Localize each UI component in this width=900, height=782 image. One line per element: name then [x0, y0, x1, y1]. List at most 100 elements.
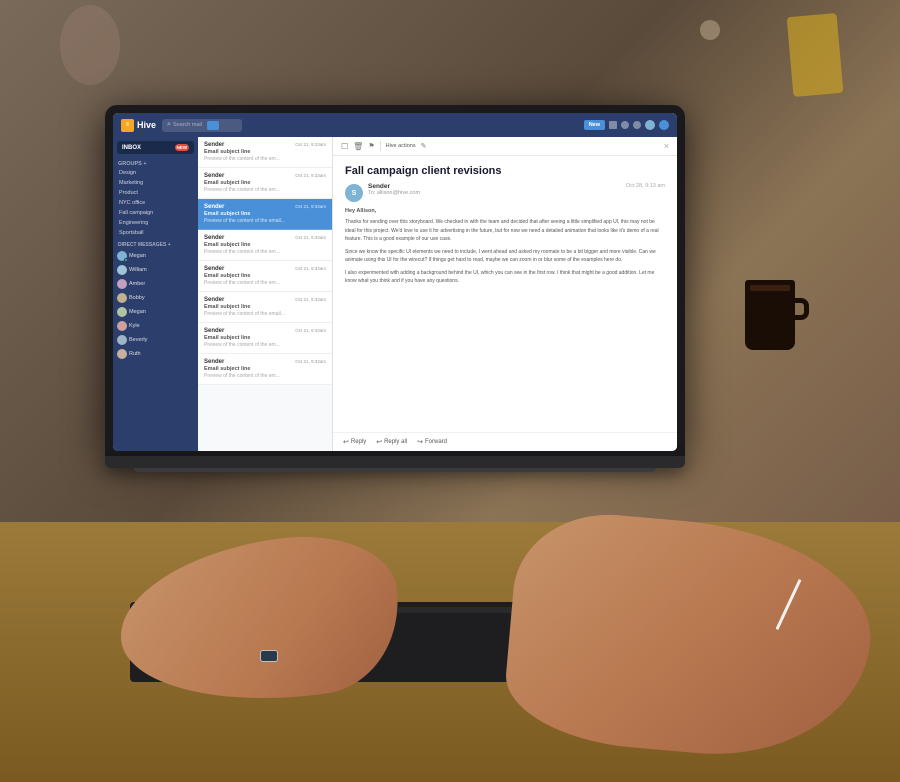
top-bar-actions: New — [584, 120, 669, 130]
email-paragraph-3: I also experimented with adding a backgr… — [345, 269, 665, 286]
dm-avatar — [117, 307, 127, 317]
detail-toolbar: ☐ 🗑 ⚑ Hive actions ✎ × — [333, 137, 677, 156]
dm-avatar — [117, 321, 127, 331]
email-preview: Preview of the content of the em... — [204, 373, 326, 379]
email-date: Oct 21, 9:33am — [295, 266, 326, 272]
email-date: Oct 21, 9:33am — [295, 204, 326, 210]
sidebar: INBOX NEW GROUPS + Design Marketing Prod… — [113, 137, 198, 451]
email-sender: Sender — [204, 328, 224, 334]
inbox-label: INBOX — [122, 145, 141, 151]
dm-name: Ruth — [129, 351, 141, 357]
dm-name: Kyle — [129, 323, 140, 329]
email-list-item[interactable]: Sender Oct 21, 9:33am Email subject line… — [198, 292, 332, 323]
sidebar-item[interactable]: Fall campaign — [113, 208, 198, 218]
search-filter-button[interactable] — [207, 121, 219, 130]
dm-name: Megan — [129, 253, 146, 259]
flag-icon[interactable]: ⚑ — [368, 142, 374, 150]
dm-name: Megan — [129, 309, 146, 315]
email-list-item[interactable]: Sender Oct 21, 9:33am Email subject line… — [198, 168, 332, 199]
email-paragraph-2: Since we know the specific UI elements w… — [345, 248, 665, 265]
email-list-item[interactable]: Sender Oct 21, 9:33am Email subject line… — [198, 261, 332, 292]
edit-icon[interactable]: ✎ — [421, 142, 427, 150]
reply-button[interactable]: ↩ Reply — [343, 438, 366, 446]
email-list-item[interactable]: Sender Oct 21, 9:33am Email subject line… — [198, 354, 332, 385]
email-list-panel: Sender Oct 21, 9:33am Email subject line… — [198, 137, 333, 451]
close-icon[interactable]: × — [664, 141, 669, 151]
email-received-date: Oct 28, 9:13 am — [626, 183, 665, 189]
email-date: Oct 21, 9:33am — [295, 173, 326, 179]
sidebar-item[interactable]: Sportsball — [113, 228, 198, 238]
email-sender: Sender — [204, 142, 224, 148]
notification-icon — [621, 121, 629, 129]
reply-actions: ↩ Reply ↩ Reply all ↪ Forward — [333, 432, 677, 451]
dm-item[interactable]: Beverly — [113, 333, 198, 347]
email-subject: Email subject line — [204, 180, 326, 186]
sidebar-item[interactable]: NYC office — [113, 198, 198, 208]
forward-button[interactable]: ↪ Forward — [417, 438, 447, 446]
background-object-3 — [700, 20, 720, 40]
app-logo: ≡ Hive — [121, 119, 156, 132]
sender-details: Sender To: allison@hive.com — [368, 183, 621, 196]
laptop-bottom — [134, 468, 656, 472]
email-subject: Email subject line — [204, 211, 326, 217]
forward-label: Forward — [425, 439, 447, 445]
email-preview: Preview of the content of the em... — [204, 187, 326, 193]
email-subject: Email subject line — [204, 304, 326, 310]
reply-all-label: Reply all — [384, 439, 407, 445]
email-meta: S Sender To: allison@hive.com Oct 28, 9:… — [345, 183, 665, 202]
dm-item[interactable]: Ruth — [113, 347, 198, 361]
keyboard — [130, 602, 650, 682]
sidebar-item[interactable]: Engineering — [113, 218, 198, 228]
dm-item[interactable]: Bobby — [113, 291, 198, 305]
email-subject: Email subject line — [204, 149, 326, 155]
email-date: Oct 21, 9:33am — [295, 235, 326, 241]
email-list-item[interactable]: Sender Oct 21, 9:33am Email subject line… — [198, 137, 332, 168]
email-sender: Sender — [204, 297, 224, 303]
search-placeholder: Search mail — [173, 122, 202, 128]
search-icon: ⌕ — [167, 121, 171, 129]
inbox-badge: NEW — [175, 144, 190, 151]
email-title: Fall campaign client revisions — [345, 164, 665, 178]
sidebar-item[interactable]: Marketing — [113, 178, 198, 188]
dm-avatar — [117, 349, 127, 359]
dm-item[interactable]: Kyle — [113, 319, 198, 333]
toolbar-divider — [380, 141, 381, 151]
email-sender: Sender — [204, 359, 224, 365]
inbox-button[interactable]: INBOX NEW — [117, 141, 194, 154]
trash-icon[interactable]: 🗑 — [353, 142, 363, 151]
email-list-item-selected[interactable]: Sender Oct 21, 9:33am Email subject line… — [198, 199, 332, 230]
archive-icon[interactable]: ☐ — [341, 142, 348, 151]
background-object-1 — [787, 13, 844, 97]
new-button[interactable]: New — [584, 120, 605, 130]
email-list-item[interactable]: Sender Oct 21, 9:33am Email subject line… — [198, 230, 332, 261]
email-paragraph-1: Thanks for sending over this storyboard.… — [345, 218, 665, 244]
email-subject: Email subject line — [204, 366, 326, 372]
sender-to: To: allison@hive.com — [368, 190, 621, 196]
dm-item[interactable]: Megan — [113, 249, 198, 263]
sidebar-item[interactable]: Design — [113, 168, 198, 178]
email-subject: Email subject line — [204, 273, 326, 279]
top-nav-bar: ≡ Hive ⌕ Search mail New — [113, 113, 677, 137]
app-name: Hive — [137, 120, 156, 130]
email-date: Oct 21, 9:33am — [295, 142, 326, 148]
dm-avatar — [117, 335, 127, 345]
email-greeting: Hey Allison, — [345, 208, 665, 214]
reply-icon: ↩ — [343, 438, 349, 446]
background-object-2 — [60, 5, 120, 85]
search-bar[interactable]: ⌕ Search mail — [162, 119, 242, 132]
hive-actions-label[interactable]: Hive actions — [386, 143, 416, 149]
email-sender: Sender — [204, 173, 224, 179]
email-list-item[interactable]: Sender Oct 21, 9:33am Email subject line… — [198, 323, 332, 354]
dm-item[interactable]: Megan — [113, 305, 198, 319]
user-avatar-2 — [659, 120, 669, 130]
dm-name: Amber — [129, 281, 145, 287]
groups-list: Design Marketing Product NYC office Fall… — [113, 168, 198, 238]
coffee-cup — [745, 280, 795, 350]
email-preview: Preview of the content of the email... — [204, 311, 326, 317]
reply-all-button[interactable]: ↩ Reply all — [376, 438, 407, 446]
sidebar-item[interactable]: Product — [113, 188, 198, 198]
dm-item[interactable]: William — [113, 263, 198, 277]
dm-item[interactable]: Amber — [113, 277, 198, 291]
screen-content: ≡ Hive ⌕ Search mail New — [113, 113, 677, 451]
sender-avatar: S — [345, 184, 363, 202]
